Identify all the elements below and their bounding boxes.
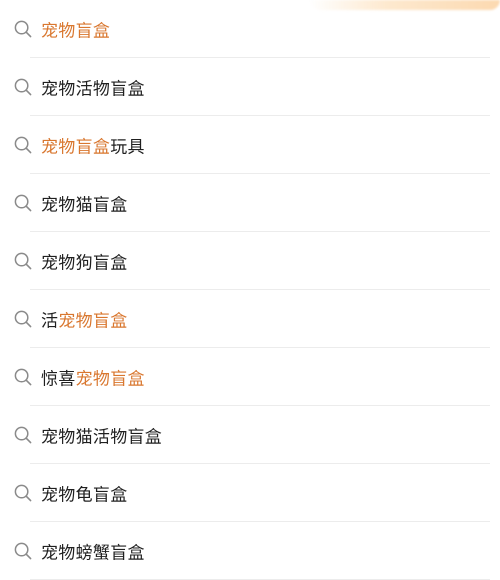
suggestion-segment: 宠物螃蟹盲盒 (41, 543, 145, 564)
suggestion-highlight: 宠物盲盒 (75, 369, 145, 390)
suggestion-text: 宠物盲盒玩具 (41, 133, 145, 158)
search-icon (14, 136, 32, 154)
search-icon (14, 194, 32, 212)
search-icon (14, 20, 32, 38)
suggestion-segment: 宠物狗盲盒 (41, 253, 128, 274)
suggestion-highlight: 宠物盲盒 (58, 311, 128, 332)
suggestion-segment: 宠物猫活物盲盒 (41, 427, 163, 448)
search-suggestion-list: 宠物盲盒 宠物活物盲盒 宠物盲盒玩具 宠物猫盲盒 宠物狗盲盒 活宠物盲盒 惊喜宠… (0, 0, 500, 580)
suggestion-item[interactable]: 活宠物盲盒 (0, 290, 500, 348)
suggestion-highlight: 宠物盲盒 (41, 137, 111, 158)
suggestion-item[interactable]: 宠物猫活物盲盒 (0, 406, 500, 464)
search-icon (14, 426, 32, 444)
suggestion-item[interactable]: 宠物龟盲盒 (0, 464, 500, 522)
search-icon (14, 78, 32, 96)
suggestion-item[interactable]: 宠物盲盒玩具 (0, 116, 500, 174)
suggestion-text: 惊喜宠物盲盒 (41, 365, 145, 390)
suggestion-segment: 宠物龟盲盒 (41, 485, 128, 506)
suggestion-segment: 玩具 (110, 137, 145, 158)
suggestion-text: 宠物猫盲盒 (41, 191, 128, 216)
suggestion-text: 宠物狗盲盒 (41, 249, 128, 274)
suggestion-segment: 宠物猫盲盒 (41, 195, 128, 216)
suggestion-highlight: 宠物盲盒 (41, 21, 111, 42)
search-icon (14, 542, 32, 560)
search-icon (14, 368, 32, 386)
suggestion-item[interactable]: 宠物猫盲盒 (0, 174, 500, 232)
suggestion-item[interactable]: 惊喜宠物盲盒 (0, 348, 500, 406)
search-icon (14, 252, 32, 270)
suggestion-segment: 宠物活物盲盒 (41, 79, 145, 100)
suggestion-item[interactable]: 宠物盲盒 (0, 0, 500, 58)
search-icon (14, 484, 32, 502)
suggestion-text: 宠物龟盲盒 (41, 481, 128, 506)
suggestion-text: 宠物螃蟹盲盒 (41, 539, 145, 564)
suggestion-text: 宠物活物盲盒 (41, 75, 145, 100)
suggestion-text: 宠物盲盒 (41, 17, 110, 42)
suggestion-segment: 活 (41, 311, 59, 332)
suggestion-text: 宠物猫活物盲盒 (41, 423, 162, 448)
suggestion-item[interactable]: 宠物螃蟹盲盒 (0, 522, 500, 580)
search-icon (14, 310, 32, 328)
suggestion-text: 活宠物盲盒 (41, 307, 128, 332)
suggestion-item[interactable]: 宠物狗盲盒 (0, 232, 500, 290)
suggestion-segment: 惊喜 (41, 369, 76, 390)
suggestion-item[interactable]: 宠物活物盲盒 (0, 58, 500, 116)
